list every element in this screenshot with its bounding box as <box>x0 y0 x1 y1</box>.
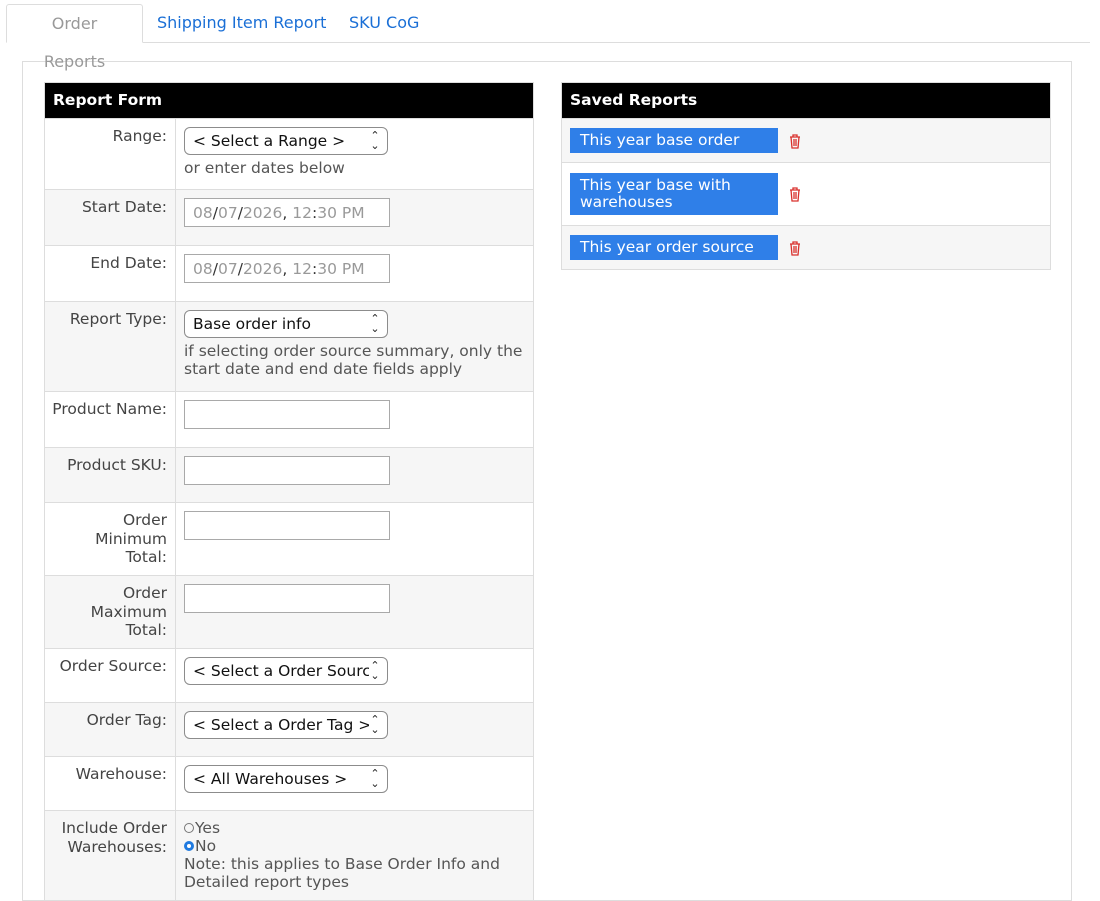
range-select-value: < Select a Range > <box>193 132 346 150</box>
product-sku-label: Product SKU: <box>45 448 176 502</box>
order-min-input[interactable] <box>184 511 390 540</box>
product-sku-input[interactable] <box>184 456 390 485</box>
chevron-updown-icon: ⌃ ⌄ <box>370 767 380 790</box>
end-hour: 12 <box>292 259 312 278</box>
end-date-input[interactable]: 08/07/2026, 12:30 PM <box>184 254 390 283</box>
include-warehouses-yes[interactable]: Yes <box>184 819 525 837</box>
report-type-hint: if selecting order source summary, only … <box>184 342 523 378</box>
warehouse-row: Warehouse: < All Warehouses > ⌃ ⌄ <box>45 756 533 810</box>
saved-report-item: This year order source <box>562 225 1050 269</box>
product-name-label: Product Name: <box>45 392 176 447</box>
saved-reports-title: Saved Reports <box>562 83 1050 118</box>
tab-order-reports[interactable]: Order Reports <box>6 4 143 71</box>
range-select[interactable]: < Select a Range > ⌃ ⌄ <box>184 127 388 155</box>
include-warehouses-no[interactable]: No <box>184 837 525 855</box>
report-form-title: Report Form <box>45 83 533 118</box>
report-type-row: Report Type: Base order info ⌃ ⌄ if selec… <box>45 301 533 391</box>
report-form: Report Form Range: < Select a Range > ⌃ ⌄… <box>44 82 534 901</box>
saved-report-item: This year base order <box>562 118 1050 162</box>
include-warehouses-note: Note: this applies to Base Order Info an… <box>184 855 500 891</box>
include-warehouses-label: Include Order Warehouses: <box>45 811 176 900</box>
product-sku-row: Product SKU: <box>45 447 533 502</box>
start-hour: 12 <box>292 203 312 222</box>
range-row: Range: < Select a Range > ⌃ ⌄ or enter da… <box>45 118 533 189</box>
chevron-updown-icon: ⌃ ⌄ <box>370 312 380 335</box>
chevron-updown-icon: ⌃ ⌄ <box>370 713 380 736</box>
order-source-value: < Select a Order Source > <box>193 662 369 680</box>
order-min-label: Order Minimum Total: <box>45 503 176 575</box>
trash-icon[interactable] <box>788 133 802 149</box>
end-minute: 30 <box>317 259 337 278</box>
order-tag-label: Order Tag: <box>45 703 176 756</box>
order-min-row: Order Minimum Total: <box>45 502 533 575</box>
end-month: 08 <box>193 259 213 278</box>
order-max-input[interactable] <box>184 584 390 613</box>
end-year: 2026 <box>242 259 283 278</box>
saved-report-link[interactable]: This year order source <box>570 235 778 260</box>
order-tag-select[interactable]: < Select a Order Tag > ⌃ ⌄ <box>184 711 388 739</box>
report-type-label: Report Type: <box>45 302 176 391</box>
report-type-select[interactable]: Base order info ⌃ ⌄ <box>184 310 388 338</box>
warehouse-label: Warehouse: <box>45 757 176 810</box>
warehouse-value: < All Warehouses > <box>193 770 348 788</box>
radio-no-label: No <box>195 837 217 855</box>
chevron-updown-icon: ⌃ ⌄ <box>370 129 380 152</box>
range-label: Range: <box>45 119 176 189</box>
report-type-value: Base order info <box>193 315 311 333</box>
order-max-row: Order Maximum Total: <box>45 575 533 648</box>
trash-icon[interactable] <box>788 240 802 256</box>
product-name-input[interactable] <box>184 400 390 429</box>
include-warehouses-row: Include Order Warehouses: Yes No Note: t… <box>45 810 533 900</box>
order-tag-row: Order Tag: < Select a Order Tag > ⌃ ⌄ <box>45 702 533 756</box>
order-source-row: Order Source: < Select a Order Source > … <box>45 648 533 702</box>
radio-unchecked-icon[interactable] <box>184 823 194 833</box>
chevron-updown-icon: ⌃ ⌄ <box>370 659 380 682</box>
end-day: 07 <box>217 259 238 278</box>
saved-report-item: This year base with warehouses <box>562 162 1050 225</box>
start-year: 2026 <box>242 203 283 222</box>
tab-sku-cog[interactable]: SKU CoG <box>337 4 431 43</box>
order-max-label: Order Maximum Total: <box>45 576 176 648</box>
radio-yes-label: Yes <box>195 819 221 837</box>
tab-bar: Order Reports Shipping Item Report SKU C… <box>0 0 1090 71</box>
start-month: 08 <box>193 203 213 222</box>
order-tag-value: < Select a Order Tag > <box>193 716 369 734</box>
trash-icon[interactable] <box>788 186 802 202</box>
radio-checked-icon[interactable] <box>184 841 194 851</box>
product-name-row: Product Name: <box>45 391 533 447</box>
range-hint: or enter dates below <box>184 159 345 177</box>
start-minute: 30 <box>317 203 337 222</box>
saved-reports: Saved Reports This year base order This … <box>561 82 1051 270</box>
start-day: 07 <box>217 203 238 222</box>
start-ampm: PM <box>341 203 365 222</box>
end-date-row: End Date: 08/07/2026, 12:30 PM <box>45 245 533 301</box>
start-date-row: Start Date: 08/07/2026, 12:30 PM <box>45 189 533 245</box>
start-date-label: Start Date: <box>45 190 176 245</box>
end-date-label: End Date: <box>45 246 176 301</box>
saved-report-link[interactable]: This year base order <box>570 128 778 153</box>
tab-shipping-item-report[interactable]: Shipping Item Report <box>145 4 338 43</box>
start-date-input[interactable]: 08/07/2026, 12:30 PM <box>184 198 390 227</box>
warehouse-select[interactable]: < All Warehouses > ⌃ ⌄ <box>184 765 388 793</box>
order-source-label: Order Source: <box>45 649 176 702</box>
order-source-select[interactable]: < Select a Order Source > ⌃⌄ <box>184 657 388 685</box>
end-ampm: PM <box>341 259 365 278</box>
saved-report-link[interactable]: This year base with warehouses <box>570 173 778 215</box>
